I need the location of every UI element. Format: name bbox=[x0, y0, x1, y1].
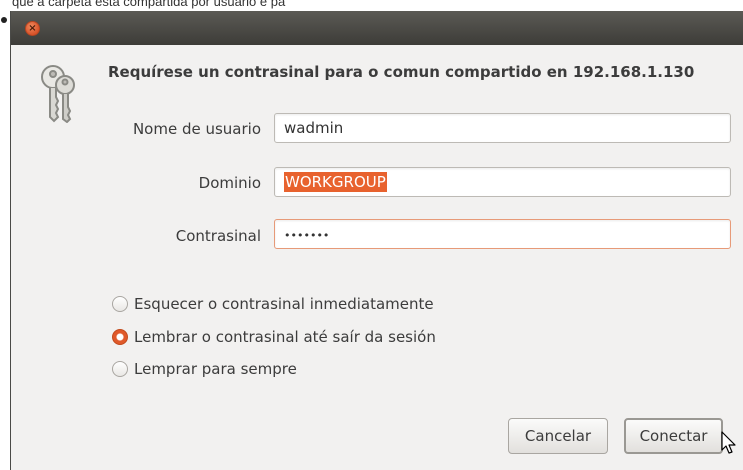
radio-label: Esquecer o contrasinal inmediatamente bbox=[134, 294, 434, 313]
cancel-button[interactable]: Cancelar bbox=[508, 418, 608, 454]
domain-field[interactable]: WORKGROUP bbox=[274, 167, 731, 197]
titlebar: × bbox=[11, 11, 743, 45]
password-dialog: × Requírese un contrasinal para o comun … bbox=[10, 11, 743, 470]
radio-button[interactable] bbox=[112, 360, 128, 377]
radio-remember-forever[interactable]: Lemprar para sempre bbox=[112, 358, 297, 380]
password-value: ••••••• bbox=[284, 229, 330, 242]
radio-remember-session[interactable]: Lembrar o contrasinal até saír da sesión bbox=[112, 326, 436, 348]
keys-icon bbox=[41, 65, 75, 123]
password-label: Contrasinal bbox=[175, 227, 261, 245]
close-button[interactable]: × bbox=[25, 21, 40, 36]
page-caption: que a carpeta está compartida por usuari… bbox=[12, 0, 286, 9]
radio-label: Lemprar para sempre bbox=[134, 359, 297, 378]
dialog-title: Requírese un contrasinal para o comun co… bbox=[108, 63, 695, 81]
mouse-pointer-icon bbox=[721, 431, 736, 454]
domain-value: WORKGROUP bbox=[284, 172, 387, 192]
radio-button[interactable] bbox=[112, 295, 128, 312]
password-field[interactable]: ••••••• bbox=[274, 219, 731, 249]
radio-label: Lembrar o contrasinal até saír da sesión bbox=[134, 327, 436, 346]
username-field[interactable]: wadmin bbox=[274, 113, 731, 143]
list-bullet bbox=[1, 17, 7, 23]
connect-button[interactable]: Conectar bbox=[624, 418, 723, 454]
username-value: wadmin bbox=[284, 119, 344, 137]
radio-button-selected[interactable] bbox=[112, 328, 128, 345]
domain-label: Dominio bbox=[198, 174, 261, 192]
close-icon: × bbox=[28, 23, 37, 34]
username-label: Nome de usuario bbox=[132, 120, 261, 138]
radio-forget-immediately[interactable]: Esquecer o contrasinal inmediatamente bbox=[112, 293, 434, 315]
